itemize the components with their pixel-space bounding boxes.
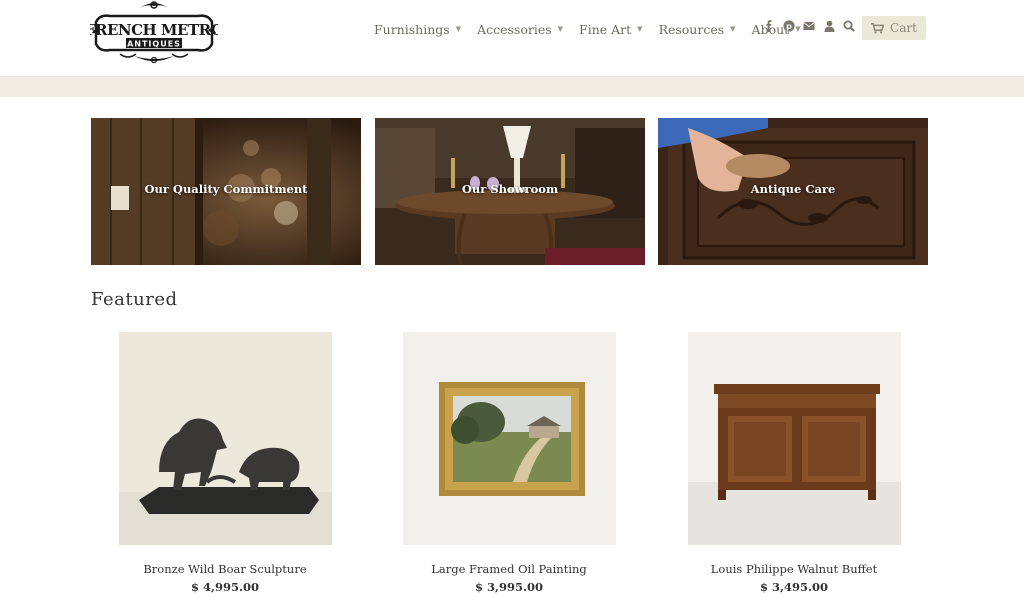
cart-button[interactable]: Cart [862, 16, 926, 40]
site-logo[interactable]: FRENCH METRO ANTIQUES [85, 0, 224, 66]
product-name[interactable]: Bronze Wild Boar Sculpture [75, 562, 375, 576]
collection-quality-commitment[interactable]: Our Quality Commitment [91, 118, 361, 265]
collection-label: Our Showroom [461, 182, 559, 196]
nav-label: Fine Art [579, 21, 632, 37]
chevron-down-icon: ▼ [730, 25, 736, 33]
chevron-down-icon: ▼ [455, 25, 462, 33]
main-nav: Furnishings ▼ Accessories ▼ Fine Art ▼ Reso… [374, 20, 817, 38]
search-icon[interactable] [842, 19, 856, 33]
product-image-buffet[interactable] [688, 332, 901, 545]
product-price: $ 4,995.00 [190, 580, 260, 594]
product-card[interactable]: Louis Philippe Walnut Buffet $ 3,495.00 [688, 332, 901, 594]
product-card[interactable]: Large Framed Oil Painting $ 3,995.00 [403, 332, 616, 594]
facebook-icon[interactable] [762, 19, 776, 33]
product-image-painting[interactable] [403, 332, 616, 545]
product-price: $ 3,495.00 [759, 580, 829, 594]
nav-label: Furnishings [374, 21, 450, 37]
product-name[interactable]: Large Framed Oil Painting [359, 562, 659, 576]
product-card[interactable]: Bronze Wild Boar Sculpture $ 4,995.00 [119, 332, 332, 594]
header-icons: p [762, 19, 862, 33]
mail-icon[interactable] [802, 19, 816, 33]
nav-fine-art[interactable]: Fine Art ▼ [579, 22, 643, 37]
product-price: $ 3,995.00 [474, 580, 544, 594]
product-image-boar[interactable] [119, 332, 332, 545]
cart-label: Cart [890, 21, 917, 35]
site-header: FRENCH METRO ANTIQUES Furnishings ▼ Acces… [0, 0, 1024, 77]
collection-label: Antique Care [750, 182, 836, 196]
svg-text:p: p [786, 22, 792, 31]
nav-resources[interactable]: Resources ▼ [659, 22, 736, 37]
chevron-down-icon: ▼ [557, 25, 564, 33]
cart-icon [871, 22, 885, 33]
collection-antique-care[interactable]: Antique Care [658, 118, 928, 265]
collection-label: Our Quality Commitment [144, 182, 308, 196]
svg-text:ANTIQUES: ANTIQUES [127, 40, 181, 49]
nav-label: Resources [658, 21, 725, 37]
user-icon[interactable] [822, 19, 836, 33]
nav-label: Accessories [477, 21, 552, 37]
product-name[interactable]: Louis Philippe Walnut Buffet [644, 562, 944, 576]
pinterest-icon[interactable]: p [782, 19, 796, 33]
svg-text:FRENCH METRO: FRENCH METRO [90, 21, 218, 39]
collection-showroom[interactable]: Our Showroom [375, 118, 645, 265]
featured-heading: Featured [91, 289, 178, 310]
nav-accessories[interactable]: Accessories ▼ [477, 22, 563, 37]
nav-furnishings[interactable]: Furnishings ▼ [374, 22, 461, 37]
header-band [0, 77, 1024, 97]
chevron-down-icon: ▼ [637, 25, 643, 33]
